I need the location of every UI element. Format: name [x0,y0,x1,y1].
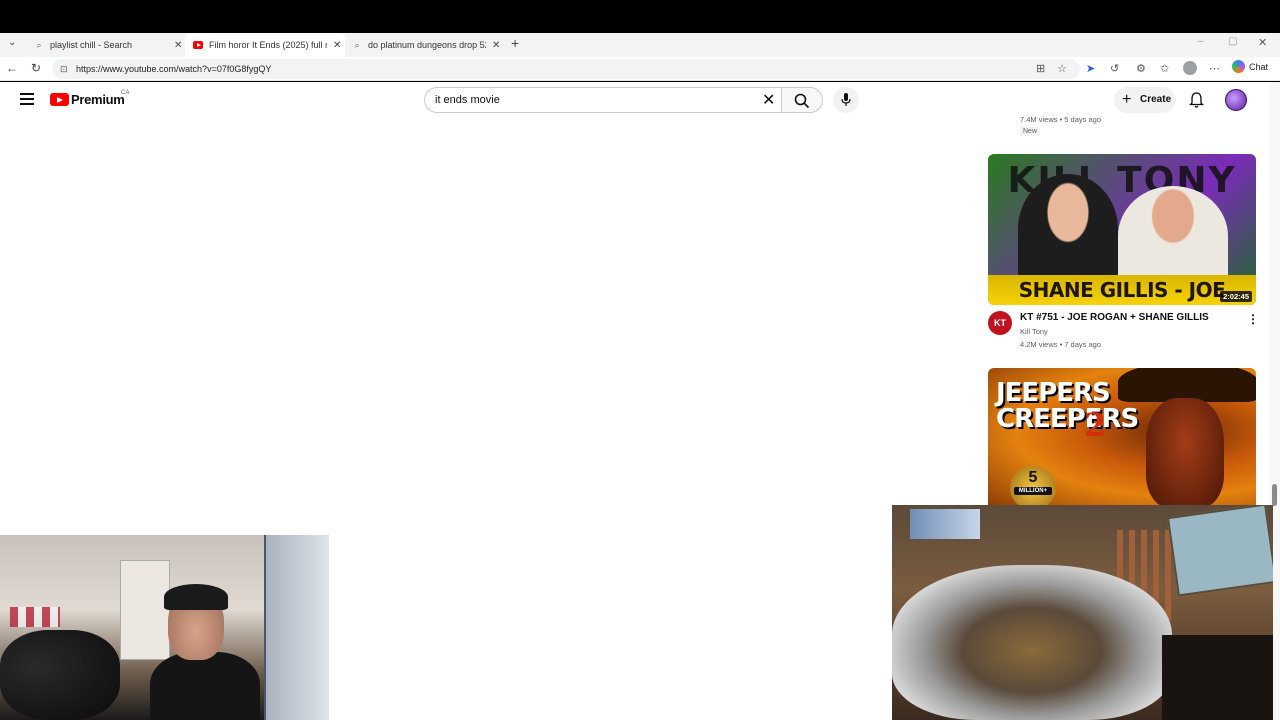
url-field[interactable]: ⊡ https://www.youtube.com/watch?v=07f0G8… [52,59,1080,79]
tab-platinum-dungeons[interactable]: ⌕ do platinum dungeons drop 522 ✕ [344,33,504,57]
voice-search-button[interactable] [833,87,859,113]
webcam-background-fridge [264,535,329,720]
person-cap [164,584,228,610]
pet-cam-bed [892,565,1172,720]
tab-playlist-search[interactable]: ⌕ playlist chill - Search ✕ [26,33,186,57]
close-icon[interactable]: ✕ [333,40,341,51]
refresh-icon[interactable]: ↻ [31,61,41,75]
window-close-button[interactable]: ✕ [1258,36,1267,49]
maximize-button[interactable]: ▢ [1228,36,1237,47]
tab-film-horor[interactable]: Film horor It Ends (2025) full mov ✕ [185,33,345,57]
pet-cam-shadow [1162,635,1273,720]
app-available-icon[interactable]: ⊞ [1036,62,1045,75]
youtube-header: Premium CA it ends movie ✕ + Create [0,82,1270,118]
profile-icon[interactable] [1183,61,1197,75]
webcam-background-flag [10,607,60,627]
youtube-logo-icon [50,93,69,106]
extension-puzzle-icon[interactable]: ⚙ [1136,62,1146,75]
youtube-premium-logo[interactable]: Premium CA [50,90,129,107]
create-button[interactable]: + Create [1114,87,1176,113]
chat-button[interactable]: Chat [1232,60,1268,73]
video-thumbnail-kill-tony[interactable]: KILL TONY SHANE GILLIS - JOE ROGAN 2:02:… [988,154,1256,305]
favorite-star-icon[interactable]: ☆ [1057,62,1067,75]
webcam-overlay-pet [892,505,1273,720]
back-arrow-icon[interactable]: ← [6,61,18,75]
search-icon: ⌕ [354,39,360,50]
screen-top-bar [0,0,1280,33]
more-menu-icon[interactable]: ⋯ [1209,62,1220,75]
favorites-icon[interactable]: ✩ [1160,62,1169,75]
account-avatar[interactable] [1225,89,1247,111]
minimize-button[interactable]: – [1198,36,1204,47]
tab-label: do platinum dungeons drop 522 [368,40,486,50]
tab-label: Film horor It Ends (2025) full mov [209,40,327,50]
clear-search-icon[interactable]: ✕ [762,90,775,110]
thumbnail-hat [1118,368,1256,402]
more-actions-icon[interactable]: ⋮ [1247,313,1259,325]
chat-label: Chat [1249,61,1269,72]
video-title[interactable]: KT #751 - JOE ROGAN + SHANE GILLIS [1020,312,1240,323]
channel-avatar[interactable]: KT [988,311,1012,335]
thumbnail-title-text: JEEPERS CREEPERS [996,378,1139,434]
medal-label: MILLION+ [1014,487,1052,495]
close-icon[interactable]: ✕ [174,40,182,51]
webcam-person [150,584,260,720]
country-code: CA [121,90,130,96]
thumbnail-face [1146,398,1224,508]
pet-cam-background-window [910,509,980,539]
close-icon[interactable]: ✕ [492,40,500,51]
search-input[interactable]: it ends movie [424,87,781,113]
url-text: https://www.youtube.com/watch?v=07f0G8fy… [76,64,272,74]
extension-icon[interactable]: ➤ [1086,62,1095,75]
new-tab-button[interactable]: + [511,35,519,51]
channel-name[interactable]: Kill Tony [1020,327,1048,336]
thumbnail-person-left [1018,174,1118,284]
scrollbar-thumb[interactable] [1272,484,1277,506]
video-thumbnail-jeepers-creepers[interactable]: JEEPERS CREEPERS 2 5 MILLION+ [988,368,1256,508]
person-body [150,652,260,720]
webcam-microphone [0,630,120,720]
thumbnail-bottom-text: SHANE GILLIS - JOE ROGAN [988,275,1256,305]
new-badge: New [1020,127,1041,136]
site-info-icon[interactable]: ⊡ [60,59,68,79]
video-meta-partial: 7.4M views • 5 days ago [1020,115,1101,124]
search-icon: ⌕ [36,39,42,50]
pet-cam-wall-map [1166,505,1273,597]
search-button[interactable] [781,87,823,113]
plus-icon: + [1122,91,1132,108]
views-medal: 5 MILLION+ [1010,466,1056,508]
logo-word: Premium [71,92,125,107]
thumbnail-person-right [1118,186,1228,286]
refresh-extension-icon[interactable]: ↺ [1110,62,1119,75]
webcam-overlay-streamer [0,535,329,720]
video-meta: 4.2M views • 7 days ago [1020,340,1101,349]
search-icon [794,93,810,109]
address-bar-row: ← ↻ ⊡ https://www.youtube.com/watch?v=07… [0,57,1280,81]
copilot-icon [1232,60,1245,73]
thumbnail-number: 2 [1084,406,1107,444]
youtube-icon [193,40,203,50]
microphone-icon [841,93,851,106]
menu-hamburger-icon[interactable] [20,93,34,105]
tab-list-chevron-icon[interactable]: ⌄ [8,37,16,48]
notifications-bell-icon[interactable] [1189,92,1204,108]
search-value: it ends movie [435,94,500,106]
create-label: Create [1140,94,1172,105]
tab-label: playlist chill - Search [50,40,133,50]
medal-number: 5 [1028,469,1038,486]
video-duration: 2:02:45 [1220,291,1252,302]
browser-tab-strip: ⌄ ⌕ playlist chill - Search ✕ Film horor… [0,33,1280,57]
